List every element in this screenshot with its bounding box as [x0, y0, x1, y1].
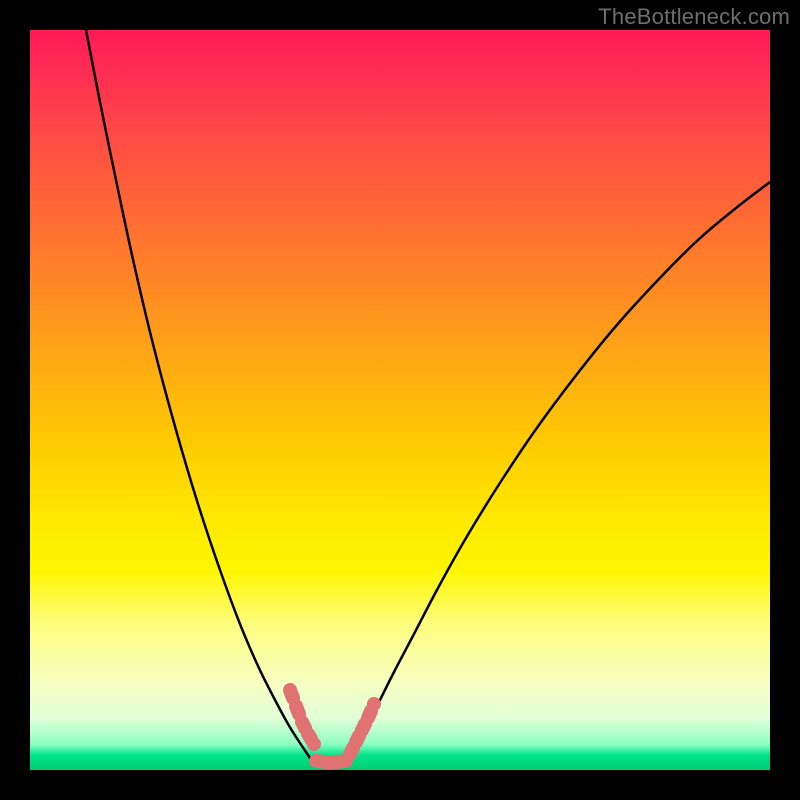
series-right-curve [346, 182, 770, 766]
chart-frame: TheBottleneck.com [0, 0, 800, 800]
series-left-curve [86, 30, 316, 766]
series-pink-marker-seg-2-2 [362, 724, 365, 730]
curves-svg [30, 30, 770, 770]
watermark-text: TheBottleneck.com [598, 4, 790, 30]
series-pink-marker-seg-0-2 [302, 722, 305, 728]
series-pink-marker-seg-2-0 [350, 748, 353, 754]
plot-area [30, 30, 770, 770]
series-pink-marker-seg-0-1 [296, 706, 299, 714]
series-pink-marker-seg-0-0 [290, 690, 293, 698]
series-pink-marker-seg-2-1 [356, 736, 359, 742]
series-pink-marker-seg-2-3 [368, 711, 371, 718]
